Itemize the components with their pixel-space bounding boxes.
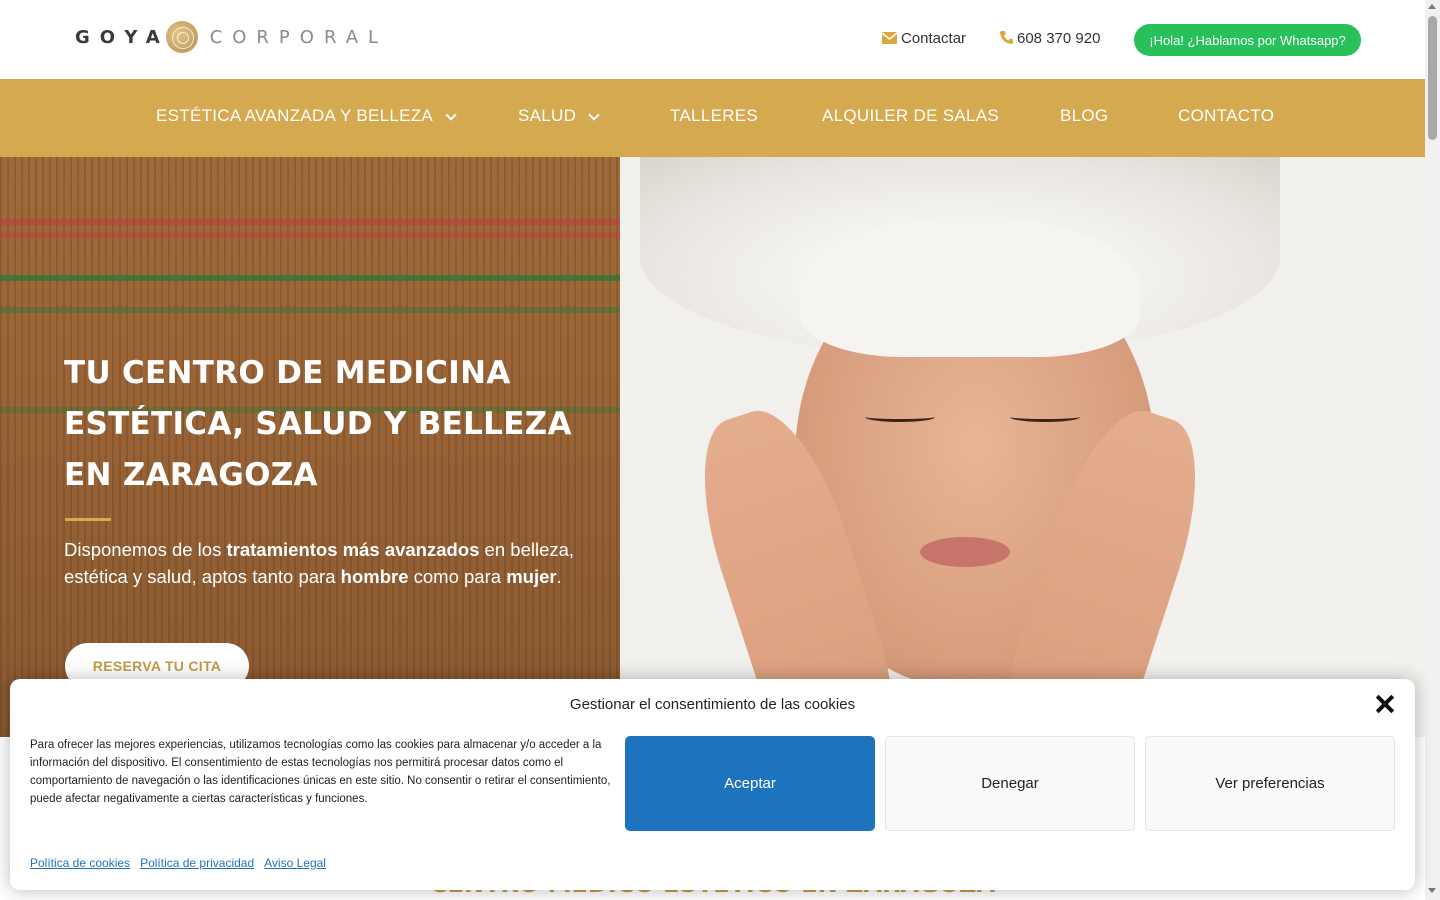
nav-item-label: TALLERES [670, 106, 759, 125]
hero-text-part: . [556, 566, 562, 587]
phone-link[interactable]: 608 370 920 [1000, 30, 1100, 47]
hero-description: Disponemos de los tratamientos más avanz… [64, 536, 594, 590]
nav-item-label: BLOG [1060, 106, 1109, 125]
hero-photo-headwrap [800, 217, 1140, 357]
nav-item-label: SALUD [518, 106, 577, 125]
page-scrollbar[interactable] [1425, 0, 1440, 900]
contact-link[interactable]: Contactar [881, 30, 967, 47]
nav-item-alquiler[interactable]: ALQUILER DE SALAS [822, 106, 999, 126]
chevron-down-icon [588, 108, 600, 121]
site-logo[interactable]: GOYA CORPORAL [75, 20, 388, 54]
hero-text-bold: hombre [340, 566, 409, 587]
hero-title: TU CENTRO DE MEDICINA ESTÉTICA, SALUD Y … [64, 348, 624, 501]
close-icon[interactable] [1374, 693, 1396, 715]
nav-item-talleres[interactable]: TALLERES [670, 106, 758, 126]
hero-photo-lips [920, 537, 1010, 567]
nav-item-label: CONTACTO [1178, 106, 1275, 125]
logo-mark-icon [165, 21, 198, 53]
cookie-consent-dialog: Gestionar el consentimiento de las cooki… [10, 679, 1415, 890]
logo-text-corporal: CORPORAL [209, 26, 389, 48]
legal-notice-link[interactable]: Aviso Legal [264, 856, 326, 870]
chevron-down-icon [445, 108, 457, 121]
main-nav: ESTÉTICA AVANZADA Y BELLEZA SALUD TALLER… [0, 79, 1425, 157]
site-header: GOYA CORPORAL Contactar 608 370 920 ¡Hol… [0, 0, 1425, 79]
scroll-up-arrow-icon[interactable] [1428, 4, 1436, 9]
hero-text-bold: tratamientos más avanzados [226, 539, 480, 560]
cookie-policy-link[interactable]: Política de cookies [30, 856, 130, 870]
privacy-policy-link[interactable]: Política de privacidad [140, 856, 254, 870]
nav-item-label: ALQUILER DE SALAS [822, 106, 1000, 125]
hero-title-line: EN ZARAGOZA [64, 457, 318, 493]
phone-number: 608 370 920 [1017, 30, 1101, 47]
phone-icon [1000, 30, 1013, 47]
nav-item-label: ESTÉTICA AVANZADA Y BELLEZA [156, 106, 434, 125]
nav-item-contacto[interactable]: CONTACTO [1178, 106, 1274, 126]
accept-cookies-button[interactable]: Aceptar [625, 736, 875, 831]
hero-divider [65, 518, 111, 521]
scrollbar-thumb[interactable] [1428, 16, 1437, 140]
view-preferences-button[interactable]: Ver preferencias [1145, 736, 1395, 831]
hero-photo-eye [1010, 412, 1080, 422]
contact-label: Contactar [901, 30, 967, 47]
nav-item-blog[interactable]: BLOG [1060, 106, 1108, 126]
hero-photo-eye [865, 412, 935, 422]
hero-text-bold: mujer [506, 566, 557, 587]
hero-title-line: TU CENTRO DE MEDICINA [64, 355, 511, 391]
cookie-policy-links: Política de cookies Política de privacid… [30, 856, 326, 870]
hero-text-part: Disponemos de los [64, 539, 227, 560]
cookie-dialog-title: Gestionar el consentimiento de las cooki… [569, 696, 856, 713]
nav-item-estetica[interactable]: ESTÉTICA AVANZADA Y BELLEZA [156, 106, 457, 126]
scroll-down-arrow-icon[interactable] [1428, 888, 1436, 893]
nav-item-salud[interactable]: SALUD [518, 106, 600, 126]
logo-text-goya: GOYA [75, 26, 170, 48]
hero-title-line: ESTÉTICA, SALUD Y BELLEZA [64, 406, 572, 442]
hero-text-part: como para [408, 566, 507, 587]
cookie-dialog-text: Para ofrecer las mejores experiencias, u… [30, 739, 611, 805]
whatsapp-button[interactable]: ¡Hola! ¿Hablamos por Whatsapp? [1134, 24, 1361, 56]
envelope-icon [881, 31, 898, 47]
deny-cookies-button[interactable]: Denegar [885, 736, 1135, 831]
